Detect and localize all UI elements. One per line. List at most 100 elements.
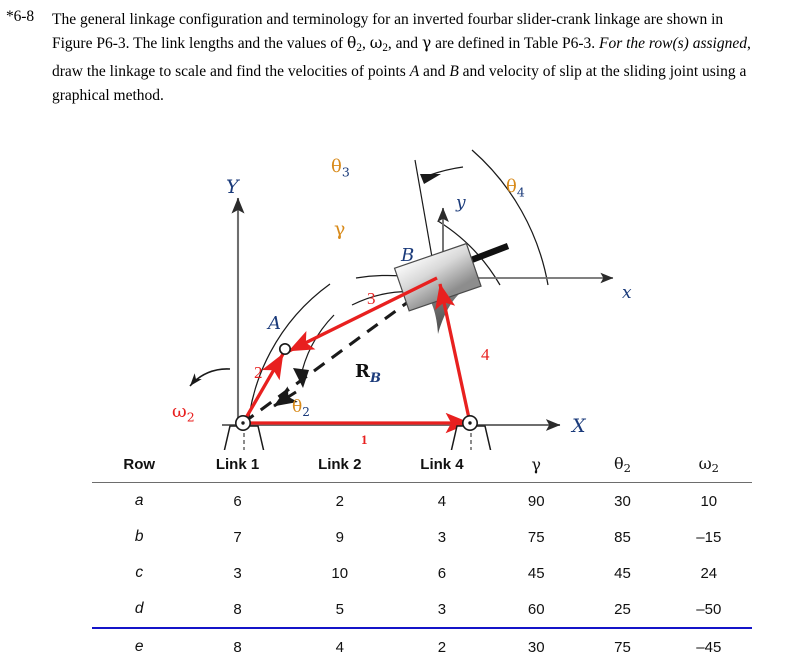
cell-link4: 3: [437, 600, 447, 618]
ground-pivot-O2: [223, 414, 265, 450]
cell-row-id: d: [134, 600, 144, 618]
cell-omega2: –45: [665, 627, 752, 665]
cell-link2: 2: [335, 492, 344, 510]
link4-rocker[interactable]: [435, 283, 472, 424]
point-A-marker: [278, 342, 292, 356]
omega-symbol: ω: [369, 33, 383, 52]
col-header-omega2-subscript: 2: [711, 461, 719, 476]
cell-link4: 2: [390, 627, 494, 665]
cell-row-id: a: [134, 492, 144, 510]
col-header-link4: Link 4: [420, 456, 464, 474]
omega2-label: ω2: [172, 401, 195, 425]
cell-omega2: –50: [696, 600, 722, 618]
theta4-label: θ4: [506, 176, 525, 200]
problem-line-4b: and: [419, 63, 450, 81]
cell-link1: 6: [233, 492, 242, 510]
col-header-omega2-symbol: ω: [698, 454, 712, 473]
theta4-arrowhead: [420, 174, 441, 184]
problem-line-3-italic: For the row(s) assigned: [599, 34, 747, 52]
cell-gamma: 75: [527, 528, 545, 546]
cell-gamma: 30: [493, 627, 580, 665]
col-header-link2: Link 2: [318, 456, 362, 474]
problem-line-4a: velocities of points: [287, 63, 410, 81]
col-header-row: Row: [123, 456, 156, 474]
problem-text: The general linkage configuration and te…: [52, 8, 766, 107]
cell-theta2: 75: [579, 627, 666, 665]
table-row[interactable]: e 8 4 2 30 75 –45: [92, 627, 752, 665]
gamma-symbol: γ: [421, 33, 432, 52]
cell-theta2: 30: [614, 492, 631, 510]
col-header-gamma: γ: [531, 455, 541, 475]
link1-label: 1: [361, 432, 368, 447]
cell-link2: 10: [331, 564, 349, 582]
cell-link2: 4: [288, 627, 391, 665]
theta3-arc: [246, 274, 431, 441]
point-A-reference: A: [409, 63, 420, 81]
Y-axis-label: Y: [226, 176, 241, 198]
theta2-label: θ2: [292, 397, 310, 419]
link2-label: 2: [254, 363, 263, 382]
problem-line-2b: ,: [361, 34, 370, 52]
ground-pivot-O4: [450, 414, 492, 450]
RB-vector-label: RB: [355, 361, 381, 386]
cell-link2: 9: [335, 528, 344, 546]
link3-coupler[interactable]: [288, 276, 438, 353]
col-header-theta2-symbol: θ: [613, 454, 624, 473]
col-header-omega2: ω2: [666, 450, 752, 483]
point-A-label: A: [266, 313, 281, 334]
table-row[interactable]: c 3 10 6 45 45 24: [92, 555, 752, 591]
table-row[interactable]: b 7 9 3 75 85 –15: [92, 519, 752, 555]
X-axis-label: X: [570, 415, 587, 437]
parameters-table-container: Row Link 1 Link 2 Link 4 γ θ2 ω2 a 6 2 4…: [0, 450, 810, 665]
cell-link4: 4: [437, 492, 447, 510]
local-y-axis-label: y: [455, 193, 466, 213]
point-B-reference: B: [449, 63, 459, 81]
table-body: a 6 2 4 90 30 10 b 7 9 3 75 85 –15 c 3 1…: [92, 483, 752, 665]
table-header-row: Row Link 1 Link 2 Link 4 γ θ2 ω2: [92, 450, 752, 483]
col-header-link1: Link 1: [215, 456, 260, 474]
problem-line-2d: are: [431, 34, 454, 52]
cell-link2: 5: [335, 600, 344, 618]
table-header: Row Link 1 Link 2 Link 4 γ θ2 ω2: [92, 450, 752, 483]
problem-line-3a: defined in Table P6-3.: [457, 34, 599, 52]
theta-symbol: θ: [347, 33, 357, 52]
problem-line-2c: , and: [387, 34, 422, 52]
cell-link1: 8: [233, 600, 242, 618]
cell-link4: 3: [437, 528, 447, 546]
table-row[interactable]: d 8 5 3 60 25 –50: [92, 591, 752, 628]
col-header-theta2: θ2: [579, 450, 665, 483]
local-x-axis-label: x: [622, 283, 632, 303]
cell-row-id: b: [134, 528, 144, 546]
cell-gamma: 45: [527, 564, 545, 582]
cell-theta2: 85: [614, 528, 631, 546]
cell-omega2: 10: [700, 492, 718, 510]
col-header-theta2-subscript: 2: [623, 461, 631, 476]
cell-link1: 7: [233, 528, 242, 546]
cell-gamma: 90: [527, 492, 545, 510]
theta3-label: θ3: [331, 156, 350, 180]
omega2-arrow: [189, 368, 231, 387]
parameters-table: Row Link 1 Link 2 Link 4 γ θ2 ω2 a 6 2 4…: [92, 450, 752, 665]
problem-line-1: The general linkage configuration and te…: [52, 11, 591, 28]
cell-gamma: 60: [527, 600, 545, 618]
point-B-label: B: [400, 245, 414, 266]
problem-number: *6-8: [6, 8, 35, 25]
cell-theta2: 45: [614, 564, 631, 582]
problem-statement: *6-8 The general linkage configuration a…: [0, 0, 810, 120]
cell-theta2: 25: [614, 600, 631, 618]
link2-crank[interactable]: [241, 353, 285, 424]
cell-link1: 3: [233, 564, 242, 582]
cell-link1: 8: [186, 627, 289, 665]
table-row[interactable]: a 6 2 4 90 30 10: [92, 483, 752, 520]
cell-omega2: –15: [696, 528, 722, 546]
cell-row-id: e: [92, 627, 187, 665]
cell-row-id: c: [135, 564, 144, 582]
cell-link4: 6: [437, 564, 447, 582]
problem-line-5: method.: [113, 86, 164, 104]
linkage-diagram: Y X x y 1 2 3 4 A B θ2 θ3 γ θ4 RB ω2: [0, 120, 810, 450]
link4-label: 4: [481, 345, 490, 364]
theta4-outer-arc: [471, 149, 549, 286]
cell-omega2: 24: [700, 564, 718, 582]
gamma-label: γ: [334, 218, 345, 240]
link3-label: 3: [367, 289, 376, 308]
